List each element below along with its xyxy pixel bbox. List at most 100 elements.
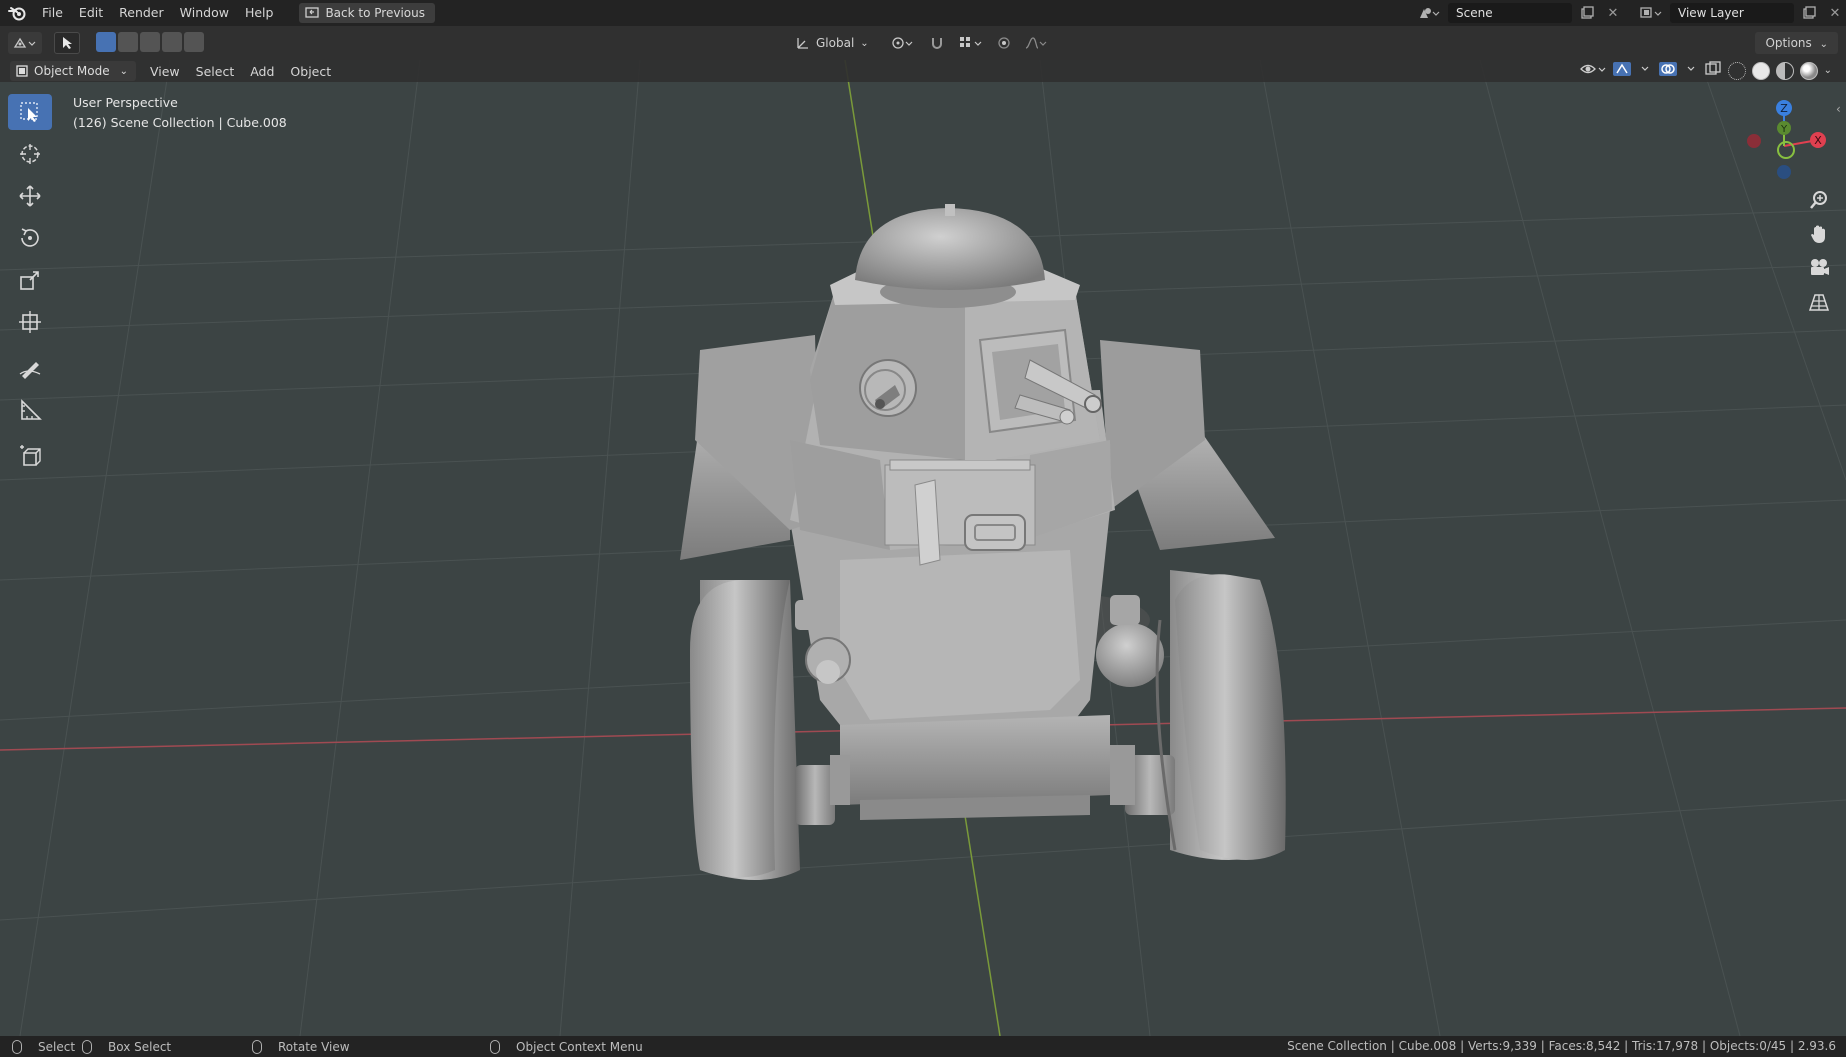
measure-tool[interactable]: [8, 392, 52, 428]
menu-window[interactable]: Window: [172, 0, 237, 26]
options-dropdown[interactable]: Options ⌄: [1755, 32, 1838, 54]
add-cube-tool[interactable]: [8, 438, 52, 474]
falloff-curve-icon: [1025, 37, 1047, 49]
view-layer-field[interactable]: View Layer: [1670, 3, 1794, 23]
viewport-perspective-label: User Perspective: [73, 95, 178, 110]
snap-grid-icon: [959, 37, 982, 47]
gizmo-z-label: Z: [1780, 102, 1788, 115]
view-layer-selector-icon[interactable]: [1636, 3, 1666, 23]
3d-viewport[interactable]: [0, 60, 1846, 1036]
menu-file[interactable]: File: [34, 0, 71, 26]
viewport-collection-info: (126) Scene Collection | Cube.008: [73, 115, 287, 130]
top-right-group: Scene ✕ View Layer ✕: [1414, 0, 1846, 26]
move-tool[interactable]: [8, 178, 52, 214]
camera-view-button[interactable]: [1806, 256, 1832, 280]
delete-view-layer-icon[interactable]: ✕: [1824, 3, 1846, 23]
select-box-icon: [20, 102, 38, 122]
rendered-shading-icon[interactable]: [1799, 61, 1818, 80]
annotate-tool[interactable]: [8, 350, 52, 386]
zoom-button[interactable]: [1806, 188, 1832, 212]
snap-toggle-button[interactable]: [927, 32, 947, 54]
chevron-down-icon[interactable]: ⌄: [1824, 65, 1832, 76]
menu-select[interactable]: Select: [188, 64, 243, 79]
navigation-gizmo[interactable]: Z X Y: [1734, 96, 1834, 196]
viewport-grid: [0, 60, 1846, 1036]
solid-shading-icon[interactable]: [1751, 61, 1770, 80]
cursor-arrow-icon: [63, 37, 72, 49]
view-layer-name: View Layer: [1678, 6, 1744, 20]
mouse-right-icon: [490, 1039, 500, 1054]
chevron-down-icon: ⌄: [119, 65, 128, 77]
viewport-nav-buttons: [1806, 188, 1832, 314]
scene-name: Scene: [1456, 6, 1493, 20]
menu-help[interactable]: Help: [237, 0, 282, 26]
active-tool-button[interactable]: [54, 32, 80, 54]
add-cube-icon: [20, 445, 41, 466]
scene-statistics: Scene Collection | Cube.008 | Verts:9,33…: [1287, 1039, 1836, 1053]
chevron-down-icon: ⌄: [860, 37, 869, 49]
select-box-tool[interactable]: [8, 94, 52, 130]
orientation-dropdown[interactable]: Global ⌄: [788, 32, 877, 54]
menu-render[interactable]: Render: [111, 0, 172, 26]
blender-logo-icon[interactable]: [0, 0, 34, 26]
measure-icon: [21, 399, 42, 420]
object-mode-dropdown[interactable]: Object Mode ⌄: [10, 61, 136, 81]
back-to-previous-label: Back to Previous: [325, 6, 425, 20]
xray-toggle-icon[interactable]: [1704, 61, 1722, 80]
material-shading-icon[interactable]: [1775, 61, 1794, 80]
rotate-tool[interactable]: [8, 220, 52, 256]
transform-tool[interactable]: [8, 304, 52, 340]
status-bar: Select Box Select Rotate View Object Con…: [0, 1036, 1846, 1057]
zoom-magnifier-icon: [1810, 191, 1827, 209]
select-invert-icon[interactable]: [162, 32, 182, 52]
back-to-previous-button[interactable]: Back to Previous: [299, 3, 435, 23]
menu-object[interactable]: Object: [282, 64, 339, 79]
editor-type-button[interactable]: [8, 32, 42, 54]
status-rotate-view-label: Rotate View: [278, 1039, 350, 1054]
selection-mode-group: [96, 32, 204, 52]
cursor-tool[interactable]: [8, 136, 52, 172]
back-screen-icon: [305, 7, 320, 18]
wireframe-shading-icon[interactable]: [1727, 61, 1746, 80]
select-intersect-icon[interactable]: [184, 32, 204, 52]
perspective-toggle-button[interactable]: [1806, 290, 1832, 314]
cursor-icon: [20, 144, 40, 164]
pan-button[interactable]: [1806, 222, 1832, 246]
gizmo-neg-z: [1777, 165, 1791, 179]
status-box-select: Box Select: [82, 1036, 171, 1057]
scale-tool[interactable]: [8, 262, 52, 298]
pivot-point-button[interactable]: [887, 32, 917, 54]
new-scene-icon[interactable]: [1576, 3, 1598, 23]
menu-view[interactable]: View: [142, 64, 188, 79]
select-new-icon[interactable]: [96, 32, 116, 52]
menu-add[interactable]: Add: [242, 64, 282, 79]
falloff-button[interactable]: [1023, 32, 1049, 54]
sidebar-toggle-icon[interactable]: ‹: [1836, 102, 1846, 116]
snap-target-button[interactable]: [957, 32, 985, 54]
status-select: Select: [12, 1036, 75, 1057]
editor-type-icon: [13, 37, 36, 48]
select-extend-icon[interactable]: [118, 32, 138, 52]
proportional-edit-icon: [998, 37, 1010, 49]
gizmo-y: [1777, 141, 1795, 159]
tool-header: Global ⌄ Options ⌄: [0, 26, 1846, 60]
delete-scene-icon[interactable]: ✕: [1602, 3, 1624, 23]
select-subtract-icon[interactable]: [140, 32, 160, 52]
chevron-down-icon: ⌄: [1819, 39, 1828, 50]
overlays-toggle-icon[interactable]: [1658, 61, 1698, 80]
orientation-axes-icon: [797, 38, 808, 49]
gizmo-neg-x: [1747, 134, 1761, 148]
status-context-menu: Object Context Menu: [490, 1036, 643, 1057]
object-mode-label: Object Mode: [34, 64, 110, 78]
proportional-edit-button[interactable]: [995, 32, 1013, 54]
new-view-layer-icon[interactable]: [1798, 3, 1820, 23]
camera-icon: [1811, 259, 1829, 275]
mouse-drag-icon: [82, 1039, 92, 1054]
gizmo-toggle-icon[interactable]: [1612, 61, 1652, 80]
transform-tools: Global ⌄: [788, 32, 1049, 54]
visibility-eye-icon[interactable]: [1579, 62, 1606, 79]
menu-edit[interactable]: Edit: [71, 0, 111, 26]
scene-name-field[interactable]: Scene: [1448, 3, 1572, 23]
scene-selector-icon[interactable]: [1414, 3, 1444, 23]
tank-model: [680, 204, 1286, 880]
